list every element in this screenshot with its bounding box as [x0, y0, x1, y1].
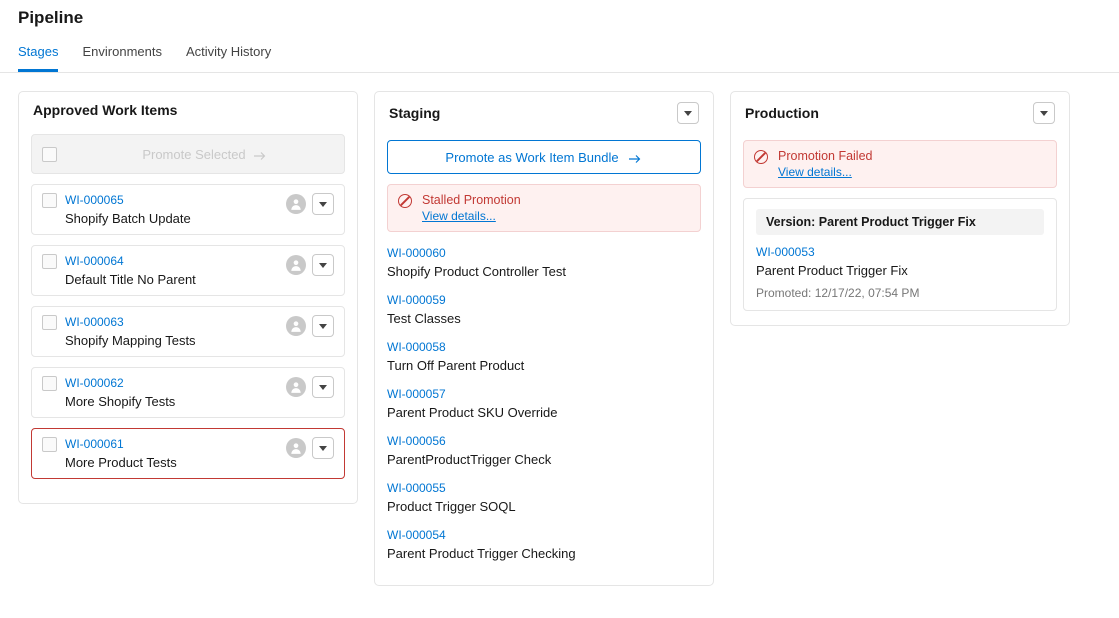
column-staging: Staging Promote as Work Item Bundle Stal…: [374, 91, 714, 586]
work-item: WI-000059 Test Classes: [387, 289, 701, 336]
staging-alert-link[interactable]: View details...: [422, 209, 496, 223]
work-item-title: More Product Tests: [65, 455, 278, 470]
work-item-title: Shopify Product Controller Test: [387, 264, 701, 279]
avatar-icon[interactable]: [286, 255, 306, 275]
work-item-checkbox[interactable]: [42, 193, 57, 208]
work-item-title: More Shopify Tests: [65, 394, 278, 409]
staging-alert: Stalled Promotion View details...: [387, 184, 701, 232]
work-item-link[interactable]: WI-000059: [387, 293, 701, 307]
work-item-link[interactable]: WI-000061: [65, 437, 278, 451]
production-title: Production: [745, 105, 819, 121]
avatar-icon[interactable]: [286, 194, 306, 214]
work-item: WI-000060 Shopify Product Controller Test: [387, 242, 701, 289]
chevron-down-icon: [684, 111, 692, 116]
promote-selected-bar: Promote Selected: [31, 134, 345, 174]
tabs: Stages Environments Activity History: [0, 34, 1119, 73]
avatar-icon[interactable]: [286, 377, 306, 397]
work-item-link[interactable]: WI-000064: [65, 254, 278, 268]
work-item-card: WI-000063 Shopify Mapping Tests: [31, 306, 345, 357]
chevron-down-icon: [319, 202, 327, 207]
promote-selected-label: Promote Selected: [142, 147, 245, 162]
work-item-menu-button[interactable]: [312, 193, 334, 215]
promote-selected-button[interactable]: Promote Selected: [66, 147, 344, 162]
work-item-card: WI-000064 Default Title No Parent: [31, 245, 345, 296]
work-item-title: Parent Product SKU Override: [387, 405, 701, 420]
work-item-title: Shopify Batch Update: [65, 211, 278, 226]
column-production: Production Promotion Failed View details…: [730, 91, 1070, 326]
work-item-checkbox[interactable]: [42, 254, 57, 269]
work-item-menu-button[interactable]: [312, 376, 334, 398]
work-item-link[interactable]: WI-000054: [387, 528, 701, 542]
work-item-card: WI-000065 Shopify Batch Update: [31, 184, 345, 235]
work-item-link[interactable]: WI-000053: [756, 245, 1044, 259]
work-item: WI-000058 Turn Off Parent Product: [387, 336, 701, 383]
arrow-right-icon: [254, 149, 268, 159]
work-item-title: Default Title No Parent: [65, 272, 278, 287]
work-item-menu-button[interactable]: [312, 437, 334, 459]
chevron-down-icon: [319, 263, 327, 268]
work-item: WI-000054 Parent Product Trigger Checking: [387, 524, 701, 571]
work-item-link[interactable]: WI-000065: [65, 193, 278, 207]
work-item-title: Turn Off Parent Product: [387, 358, 701, 373]
work-item-menu-button[interactable]: [312, 254, 334, 276]
avatar-icon[interactable]: [286, 438, 306, 458]
work-item-title: Test Classes: [387, 311, 701, 326]
error-icon: [398, 194, 412, 208]
work-item-title: ParentProductTrigger Check: [387, 452, 701, 467]
production-alert-link[interactable]: View details...: [778, 165, 852, 179]
promoted-timestamp: Promoted: 12/17/22, 07:54 PM: [756, 286, 1044, 300]
arrow-right-icon: [629, 152, 643, 162]
staging-menu-button[interactable]: [677, 102, 699, 124]
work-item-checkbox[interactable]: [42, 376, 57, 391]
approved-title: Approved Work Items: [33, 102, 177, 118]
column-approved: Approved Work Items Promote Selected WI-…: [18, 91, 358, 504]
work-item-card: WI-000061 More Product Tests: [31, 428, 345, 479]
avatar-icon[interactable]: [286, 316, 306, 336]
staging-alert-message: Stalled Promotion: [422, 193, 521, 207]
work-item-title: Product Trigger SOQL: [387, 499, 701, 514]
production-alert: Promotion Failed View details...: [743, 140, 1057, 188]
chevron-down-icon: [319, 385, 327, 390]
page-title: Pipeline: [0, 0, 1119, 34]
work-item-link[interactable]: WI-000057: [387, 387, 701, 401]
production-alert-message: Promotion Failed: [778, 149, 873, 163]
work-item-title: Shopify Mapping Tests: [65, 333, 278, 348]
work-item-menu-button[interactable]: [312, 315, 334, 337]
staging-title: Staging: [389, 105, 440, 121]
version-badge: Version: Parent Product Trigger Fix: [756, 209, 1044, 235]
work-item-link[interactable]: WI-000063: [65, 315, 278, 329]
chevron-down-icon: [319, 446, 327, 451]
production-menu-button[interactable]: [1033, 102, 1055, 124]
tab-activity-history[interactable]: Activity History: [186, 34, 271, 72]
work-item-link[interactable]: WI-000058: [387, 340, 701, 354]
work-item-checkbox[interactable]: [42, 437, 57, 452]
select-all-checkbox[interactable]: [42, 147, 57, 162]
work-item-title: Parent Product Trigger Fix: [756, 263, 1044, 278]
promote-bundle-button[interactable]: Promote as Work Item Bundle: [387, 140, 701, 174]
chevron-down-icon: [1040, 111, 1048, 116]
work-item-link[interactable]: WI-000062: [65, 376, 278, 390]
pipeline-columns: Approved Work Items Promote Selected WI-…: [0, 73, 1119, 604]
work-item: WI-000056 ParentProductTrigger Check: [387, 430, 701, 477]
work-item-title: Parent Product Trigger Checking: [387, 546, 701, 561]
work-item: WI-000057 Parent Product SKU Override: [387, 383, 701, 430]
chevron-down-icon: [319, 324, 327, 329]
tab-environments[interactable]: Environments: [82, 34, 161, 72]
error-icon: [754, 150, 768, 164]
production-card: Version: Parent Product Trigger Fix WI-0…: [743, 198, 1057, 311]
work-item-card: WI-000062 More Shopify Tests: [31, 367, 345, 418]
work-item-link[interactable]: WI-000056: [387, 434, 701, 448]
work-item: WI-000055 Product Trigger SOQL: [387, 477, 701, 524]
work-item-link[interactable]: WI-000060: [387, 246, 701, 260]
work-item-checkbox[interactable]: [42, 315, 57, 330]
promote-bundle-label: Promote as Work Item Bundle: [445, 150, 618, 165]
work-item-link[interactable]: WI-000055: [387, 481, 701, 495]
tab-stages[interactable]: Stages: [18, 34, 58, 72]
